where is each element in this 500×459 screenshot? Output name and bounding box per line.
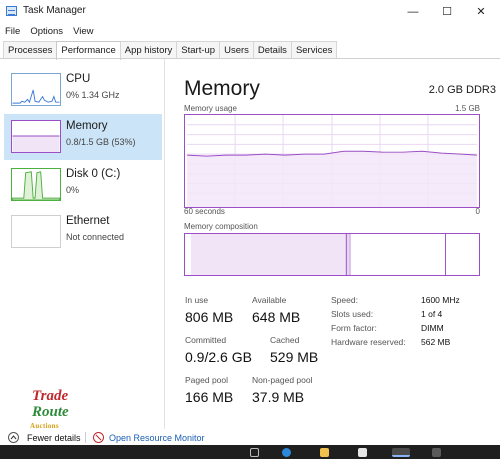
non-paged-pool-label: Non-paged pool xyxy=(252,375,313,385)
usage-max-label: 1.5 GB xyxy=(455,104,480,113)
sidebar-item-value: 0.8/1.5 GB (53%) xyxy=(66,137,136,147)
logo-line-2: Route xyxy=(32,404,69,420)
tab-users[interactable]: Users xyxy=(219,41,254,59)
speed-value: 1600 MHz xyxy=(421,295,460,305)
sidebar-item-value: 0% xyxy=(66,185,80,195)
available-label: Available xyxy=(252,295,287,305)
cached-label: Cached xyxy=(270,335,300,345)
sidebar-item-value: Not connected xyxy=(66,232,125,242)
footer-bar: Fewer details Open Resource Monitor xyxy=(0,429,500,445)
menu-bar: File Options View xyxy=(0,24,98,40)
window-title: Task Manager xyxy=(23,5,86,16)
store-icon[interactable] xyxy=(358,448,367,457)
paged-pool-value: 166 MB xyxy=(185,389,234,405)
sidebar-item-label: Memory xyxy=(66,120,108,132)
chevron-up-icon[interactable] xyxy=(8,432,19,443)
available-value: 648 MB xyxy=(252,309,301,325)
title-bar: Task Manager — ☐ ✕ xyxy=(0,0,500,23)
task-manager-icon xyxy=(6,6,17,16)
memory-usage-graph xyxy=(184,114,480,208)
sidebar-item-label: Disk 0 (C:) xyxy=(66,168,121,180)
close-button[interactable]: ✕ xyxy=(466,0,496,23)
tab-services[interactable]: Services xyxy=(290,41,338,59)
menu-file[interactable]: File xyxy=(0,24,25,40)
committed-label: Committed xyxy=(185,335,227,345)
sidebar-item-disk[interactable]: Disk 0 (C:) 0% xyxy=(4,162,162,208)
time-end-label: 0 xyxy=(475,207,480,216)
resource-monitor-icon xyxy=(93,432,104,443)
edge-browser-icon[interactable] xyxy=(282,448,291,457)
page-title: Memory xyxy=(184,77,260,100)
memory-composition-bar xyxy=(184,233,480,276)
sidebar-item-memory[interactable]: Memory 0.8/1.5 GB (53%) xyxy=(4,114,162,160)
sidebar-item-cpu[interactable]: CPU 0% 1.34 GHz xyxy=(4,67,162,113)
composition-label: Memory composition xyxy=(184,222,258,231)
menu-view[interactable]: View xyxy=(68,24,98,40)
taskbar xyxy=(0,445,500,459)
open-resource-monitor-link[interactable]: Open Resource Monitor xyxy=(109,433,205,443)
taskbar-app-icon[interactable] xyxy=(432,448,441,457)
memory-panel: Memory 2.0 GB DDR3 Memory usage 1.5 GB 6… xyxy=(166,59,500,429)
time-span-label: 60 seconds xyxy=(184,207,225,216)
form-factor-value: DIMM xyxy=(421,323,444,333)
in-use-label: In use xyxy=(185,295,209,305)
sidebar-item-label: Ethernet xyxy=(66,215,110,227)
sidebar-item-ethernet[interactable]: Ethernet Not connected xyxy=(4,209,162,255)
footer-divider xyxy=(85,432,86,443)
memory-spec: 2.0 GB DDR3 xyxy=(428,84,496,96)
tab-app-history[interactable]: App history xyxy=(119,41,178,59)
form-factor-label: Form factor: xyxy=(331,323,377,333)
hardware-reserved-value: 562 MB xyxy=(421,337,451,347)
file-explorer-icon[interactable] xyxy=(320,448,329,457)
speed-label: Speed: xyxy=(331,295,358,305)
committed-value: 0.9/2.6 GB xyxy=(185,349,252,365)
fewer-details-link[interactable]: Fewer details xyxy=(27,433,81,443)
slots-label: Slots used: xyxy=(331,309,374,319)
usage-label: Memory usage xyxy=(184,104,237,113)
hardware-reserved-label: Hardware reserved: xyxy=(331,337,406,347)
slots-value: 1 of 4 xyxy=(421,309,443,319)
task-view-icon[interactable] xyxy=(250,448,259,457)
disk-thumbnail-graph xyxy=(11,168,61,201)
tab-start-up[interactable]: Start-up xyxy=(176,41,221,59)
minimize-button[interactable]: — xyxy=(398,0,428,23)
cached-value: 529 MB xyxy=(270,349,319,365)
sidebar-item-label: CPU xyxy=(66,73,91,85)
maximize-button[interactable]: ☐ xyxy=(432,0,462,23)
performance-sidebar: CPU 0% 1.34 GHz Memory 0.8/1.5 GB (53%) … xyxy=(0,59,165,429)
in-use-value: 806 MB xyxy=(185,309,234,325)
non-paged-pool-value: 37.9 MB xyxy=(252,389,305,405)
tab-processes[interactable]: Processes xyxy=(3,41,58,59)
menu-options[interactable]: Options xyxy=(25,24,68,40)
sidebar-item-value: 0% 1.34 GHz xyxy=(66,90,120,100)
tab-details[interactable]: Details xyxy=(252,41,292,59)
logo-line-1: Trade xyxy=(32,388,69,404)
memory-thumbnail-graph xyxy=(11,120,61,153)
task-manager-taskbar-icon[interactable] xyxy=(392,448,410,457)
tab-bar: Processes Performance App history Start-… xyxy=(3,41,338,60)
paged-pool-label: Paged pool xyxy=(185,375,229,385)
cpu-thumbnail-graph xyxy=(11,73,61,106)
ethernet-thumbnail-graph xyxy=(11,215,61,248)
